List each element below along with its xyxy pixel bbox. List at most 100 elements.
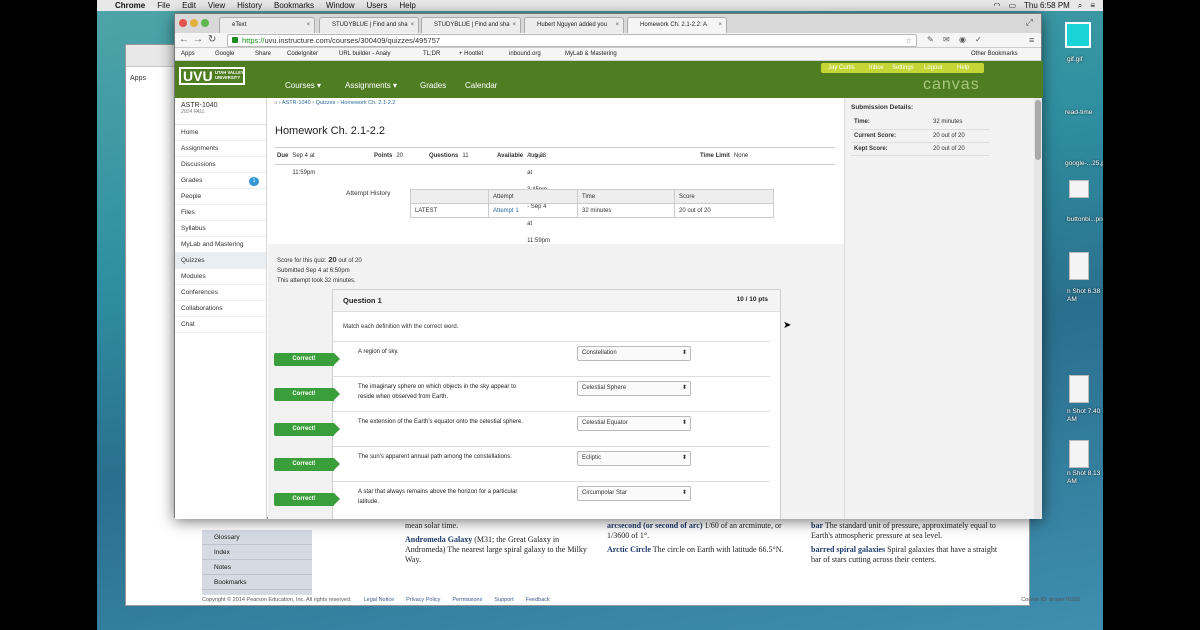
menu-window[interactable]: Window [326,0,354,11]
etext-nav-glossary[interactable]: Glossary [202,530,312,545]
etext-nav-index[interactable]: Index [202,545,312,560]
nav-calendar[interactable]: Calendar [465,81,497,90]
etext-nav-notes[interactable]: Notes [202,560,312,575]
bookmark-item[interactable]: Google [215,48,234,61]
zoom-window-icon[interactable] [201,19,209,27]
tab-etext[interactable]: eText × [219,17,315,33]
menu-view[interactable]: View [208,0,225,11]
extension-icon[interactable]: ◉ [959,34,966,46]
course-nav-quizzes[interactable]: Quizzes [175,253,266,269]
inbox-link[interactable]: Inbox [869,63,884,73]
menu-list-icon[interactable]: ≡ [1090,0,1095,11]
tab-homework[interactable]: Homework Ch. 2.1-2.2: A × [627,17,727,33]
footer-link[interactable]: Permissions [452,597,482,603]
image-file-icon[interactable] [1069,375,1089,403]
footer-link[interactable]: Legal Notice [364,597,395,603]
bookmark-item[interactable]: TL;DR [423,48,440,61]
extension-icon[interactable]: ✎ [927,34,934,46]
search-icon[interactable]: ⌕ [1078,0,1082,11]
course-nav-modules[interactable]: Modules [175,269,266,285]
course-nav-grades[interactable]: Grades 1 [175,173,266,189]
footer-link[interactable]: Privacy Policy [406,597,440,603]
menu-users[interactable]: Users [366,0,387,11]
back-icon[interactable]: ← [179,34,189,46]
nav-grades[interactable]: Grades [420,81,446,90]
reload-icon[interactable]: ↻ [208,34,216,46]
close-tab-icon[interactable]: × [512,18,516,33]
etext-nav-bookmarks[interactable]: Bookmarks [202,575,312,590]
battery-icon[interactable]: ▭ [1008,0,1016,11]
course-nav-conferences[interactable]: Conferences [175,285,266,301]
bookmark-item[interactable]: URL builder - Analy [339,48,390,61]
bg-apps-bookmark[interactable]: Apps [130,75,146,82]
bookmark-item[interactable]: Share [255,48,271,61]
menu-bookmarks[interactable]: Bookmarks [274,0,314,11]
course-nav-chat[interactable]: Chat [175,317,266,333]
wifi-icon[interactable]: ◠ [993,0,1000,11]
menubar-app[interactable]: Chrome [115,0,145,11]
footer-link[interactable]: Feedback [526,597,550,603]
extension-icon[interactable]: ✓ [975,34,982,46]
breadcrumb-current[interactable]: Homework Ch. 2.1-2.2 [340,100,395,106]
url-input[interactable]: https://uvu.instructure.com/courses/3004… [227,34,917,47]
close-window-icon[interactable] [179,19,187,27]
course-nav-discussions[interactable]: Discussions [175,157,266,173]
course-nav-people[interactable]: People [175,189,266,205]
tab-gmail[interactable]: Hubert Nguyen added you × [524,17,624,33]
course-nav-mylab[interactable]: MyLab and Mastering [175,237,266,253]
course-nav-home[interactable]: Home [175,125,266,141]
bookmark-item[interactable]: MyLab & Mastering [565,48,617,61]
gif-file-icon[interactable] [1065,22,1091,48]
scrollbar-thumb[interactable] [1035,100,1041,160]
uvu-logo[interactable]: UVU UTAH VALLEY UNIVERSITY [179,67,245,85]
extension-icon[interactable]: ✉ [943,34,950,46]
user-name-link[interactable]: Jay Curtis [828,63,855,73]
course-nav-collaborations[interactable]: Collaborations [175,301,266,317]
match-select[interactable]: Celestial Sphere ⬍ [577,381,691,396]
image-file-icon[interactable] [1069,180,1089,198]
course-nav-syllabus[interactable]: Syllabus [175,221,266,237]
tab-studyblue-2[interactable]: STUDYBLUE | Find and sha × [421,17,521,33]
tab-studyblue[interactable]: STUDYBLUE | Find and sha × [319,17,419,33]
close-tab-icon[interactable]: × [306,18,310,33]
other-bookmarks[interactable]: Other Bookmarks [971,48,1018,61]
close-tab-icon[interactable]: × [718,18,722,33]
match-select[interactable]: Constellation ⬍ [577,346,691,361]
help-link[interactable]: Help [957,63,969,73]
match-select[interactable]: Ecliptic ⬍ [577,451,691,466]
chrome-menu-icon[interactable]: ≡ [1029,34,1034,46]
bookmark-item[interactable]: Apps [181,48,195,61]
logout-link[interactable]: Logout [924,63,942,73]
fullscreen-icon[interactable]: ⤢ [1026,17,1033,28]
match-select[interactable]: Celestial Equator ⬍ [577,416,691,431]
forward-icon[interactable]: → [193,34,203,46]
desktop-icon-label: google-...25.png [1065,160,1103,167]
menubar-clock[interactable]: Thu 6:58 PM [1024,0,1070,11]
scrollbar[interactable] [1034,98,1042,519]
home-icon[interactable]: ⌂ [274,100,277,106]
match-select[interactable]: Circumpolar Star ⬍ [577,486,691,501]
bookmark-item[interactable]: inbound.org [509,48,541,61]
close-tab-icon[interactable]: × [615,18,619,33]
settings-link[interactable]: Settings [892,63,914,73]
chrome-window: eText × STUDYBLUE | Find and sha × STUDYBL… [174,13,1043,519]
menu-file[interactable]: File [157,0,170,11]
nav-assignments[interactable]: Assignments ▾ [345,81,397,90]
bookmark-item[interactable]: CodeIgniter [287,48,318,61]
menu-history[interactable]: History [237,0,262,11]
menu-edit[interactable]: Edit [182,0,196,11]
image-file-icon[interactable] [1069,252,1089,280]
course-nav-assignments[interactable]: Assignments [175,141,266,157]
breadcrumb-quizzes[interactable]: Quizzes [316,100,336,106]
breadcrumb-course[interactable]: ASTR-1040 [282,100,311,106]
bookmark-item[interactable]: + Hootlet [459,48,483,61]
menu-help[interactable]: Help [399,0,415,11]
course-nav-files[interactable]: Files [175,205,266,221]
minimize-window-icon[interactable] [190,19,198,27]
nav-courses[interactable]: Courses ▾ [285,81,321,90]
image-file-icon[interactable] [1069,440,1089,468]
footer-link[interactable]: Support [494,597,513,603]
close-tab-icon[interactable]: × [410,18,414,33]
star-icon[interactable]: ☆ [905,35,912,46]
attempt-link[interactable]: Attempt 1 [488,203,578,218]
